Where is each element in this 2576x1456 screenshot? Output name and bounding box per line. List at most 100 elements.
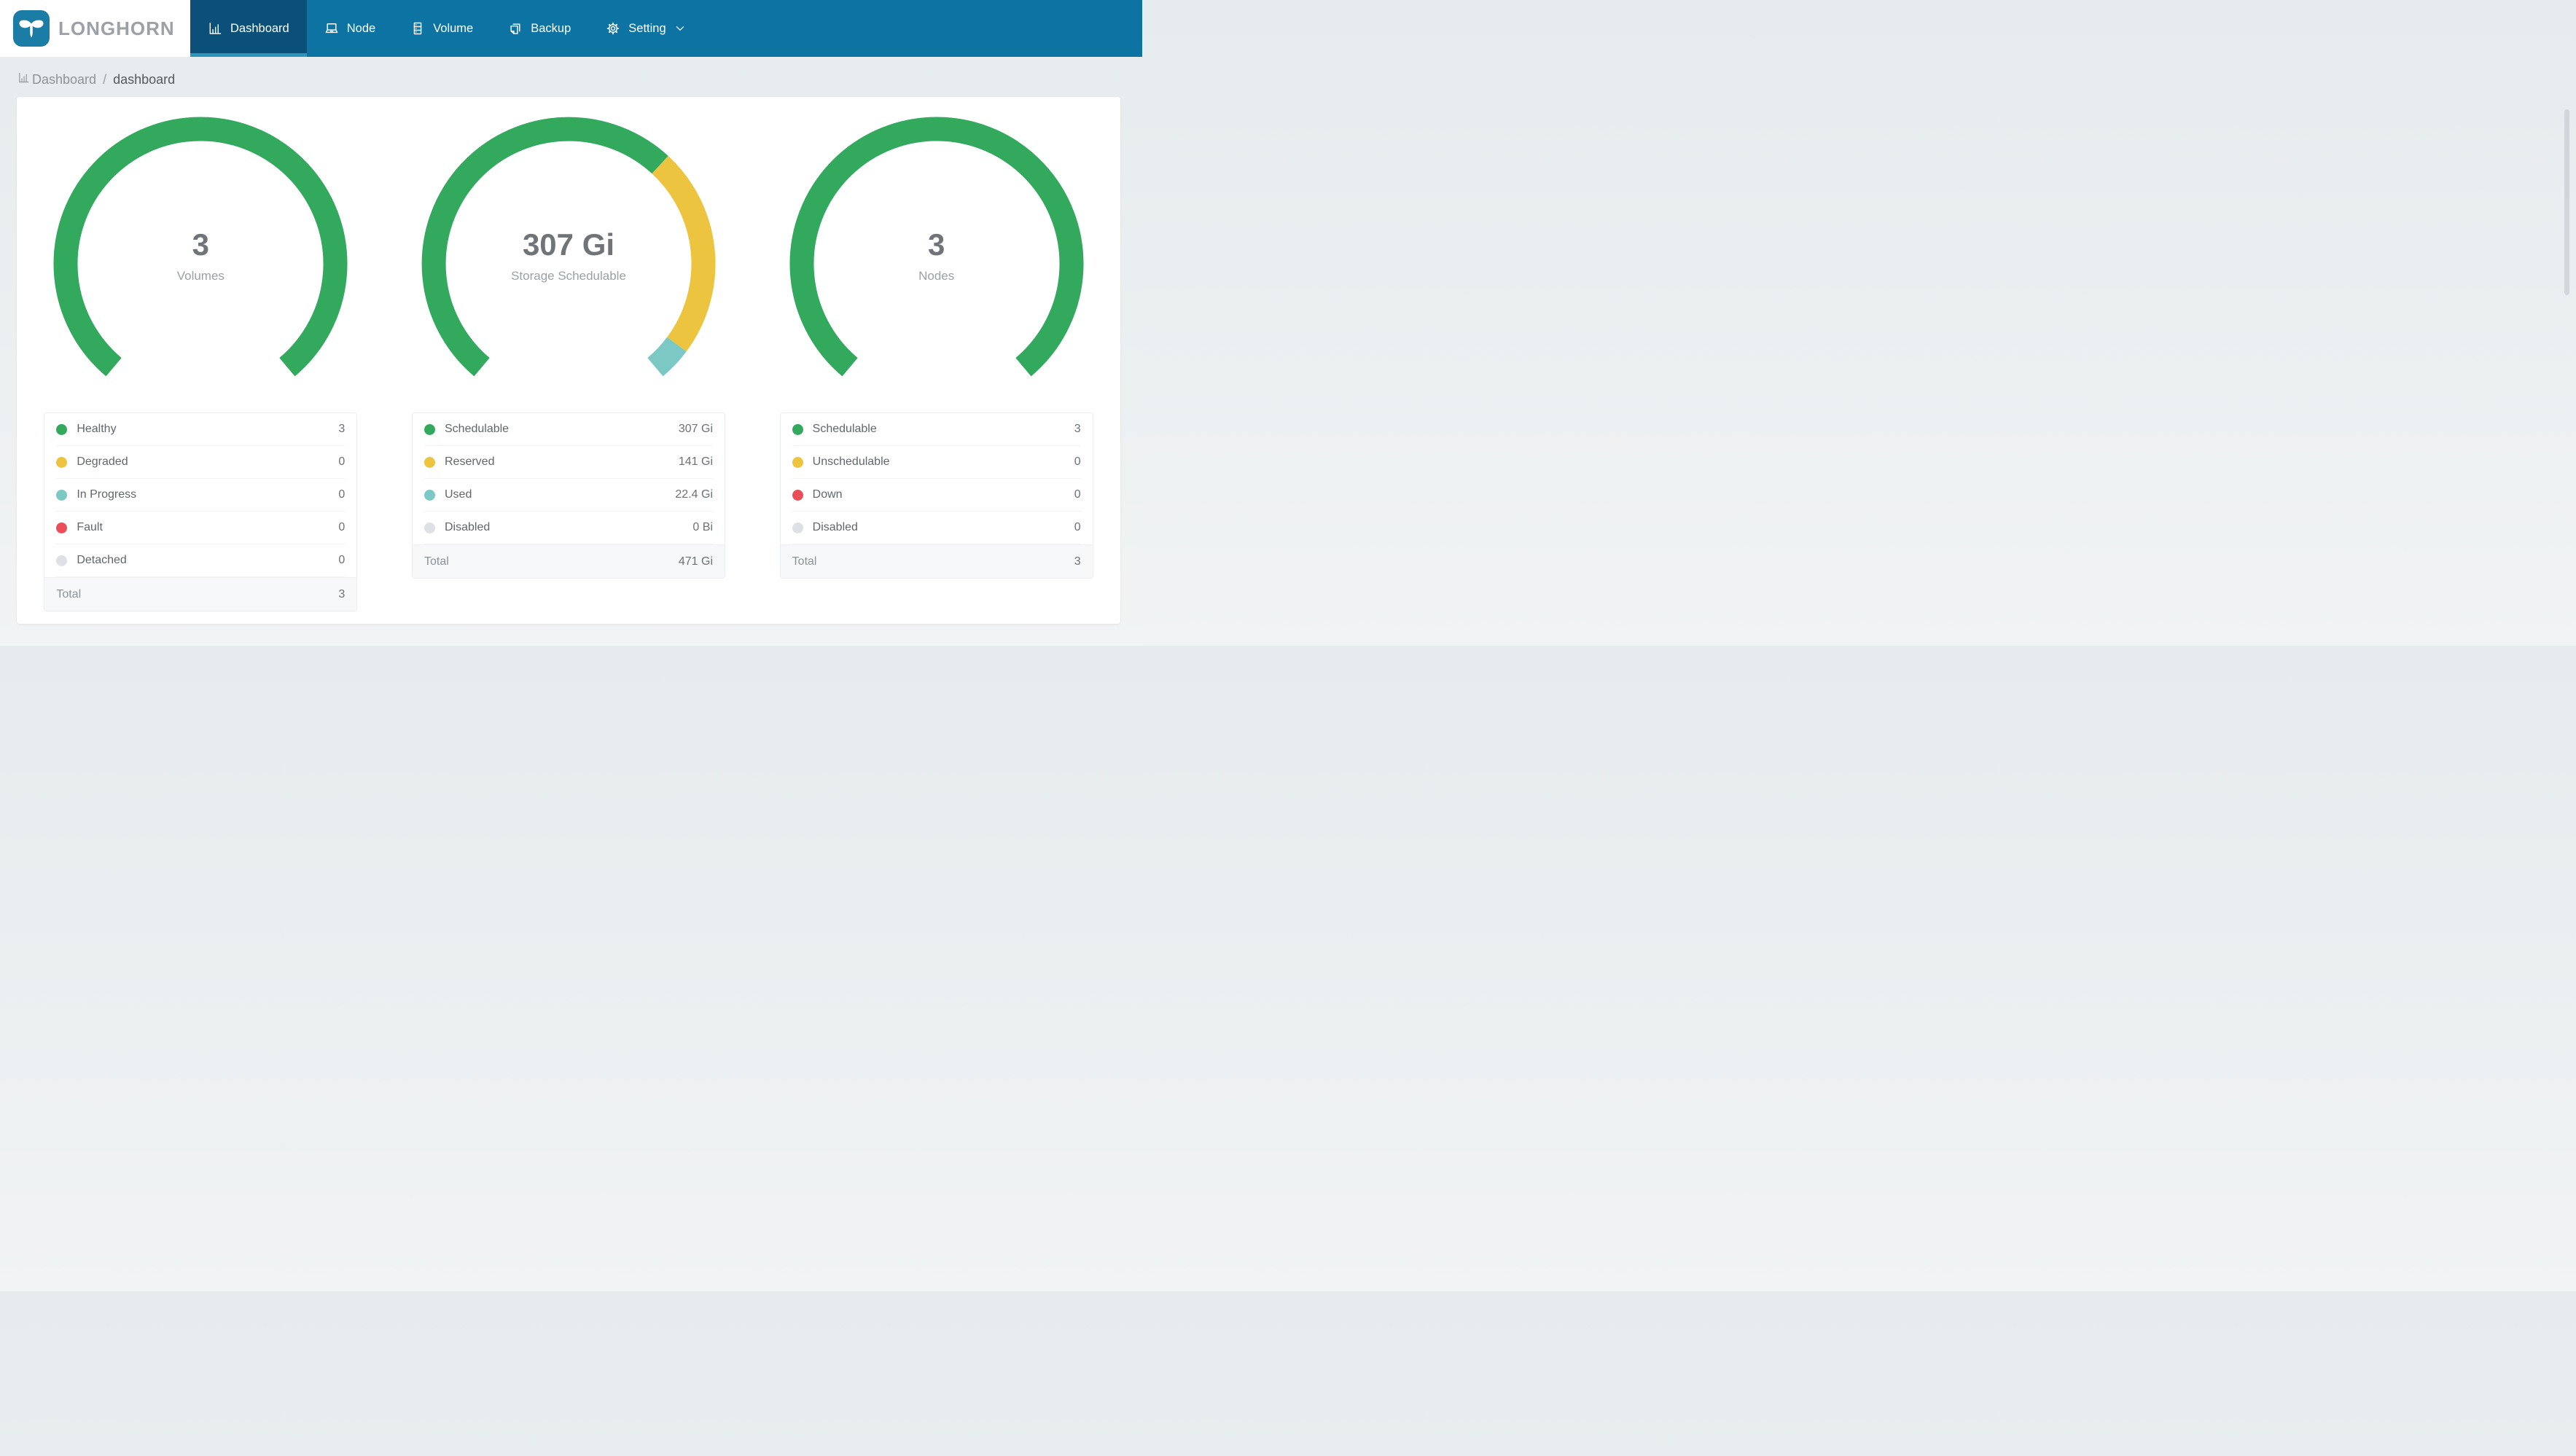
row-label: Disabled [445,521,491,533]
nodes-caption: Nodes [918,269,955,283]
table-row[interactable]: Detached 0 [56,544,346,577]
table-row[interactable]: Down 0 [792,479,1081,512]
row-value: 0 [338,488,346,501]
server-icon [410,21,425,36]
table-row[interactable]: Used 22.4 Gi [424,479,713,512]
row-value: 0 Bi [692,521,713,533]
row-value: 0 [338,554,346,566]
table-row[interactable]: In Progress 0 [56,479,346,512]
total-value: 3 [1074,555,1081,568]
volumes-count: 3 [192,227,209,262]
volumes-gauge: 3 Volumes [51,114,350,391]
total-row: Total 471 Gi [413,544,725,578]
total-row: Total 3 [780,544,1093,578]
tab-setting[interactable]: Setting [588,0,703,57]
schedulable-dot [424,423,435,435]
storage-gauge: 307 Gi Storage Schedulable [419,114,718,391]
row-label: Schedulable [445,423,510,435]
table-row[interactable]: Degraded 0 [56,446,346,479]
row-label: Schedulable [812,423,877,435]
row-label: Degraded [77,455,128,468]
breadcrumb-dashboard-link[interactable]: Dashboard [17,71,96,87]
row-label: Used [445,488,472,501]
table-row[interactable]: Healthy 3 [56,413,346,446]
chevron-down-icon [674,23,686,34]
nav-tabs: Dashboard Node Volume Backup Setting [190,0,1142,57]
bar-chart-icon [208,21,222,36]
total-value: 3 [338,587,346,600]
tab-node-label: Node [346,21,376,35]
row-label: Down [812,488,843,501]
table-row[interactable]: Reserved 141 Gi [424,446,713,479]
storage-schedulable-value: 307 Gi [522,227,615,262]
breadcrumb-root-label: Dashboard [32,71,97,87]
breadcrumb-separator: / [103,71,107,87]
scrollbar-thumb[interactable] [2564,109,2569,295]
storage-panel: 307 Gi Storage Schedulable Schedulable 3… [385,97,753,624]
tab-dashboard-label: Dashboard [230,21,289,35]
detached-dot [56,555,68,566]
breadcrumb-current: dashboard [113,71,176,87]
table-row[interactable]: Fault 0 [56,512,346,544]
down-dot [792,489,803,501]
storage-table: Schedulable 307 Gi Reserved 141 Gi Used … [412,412,725,579]
row-label: Healthy [77,423,117,435]
nodes-panel: 3 Nodes Schedulable 3 Unschedulable 0 Do… [752,97,1120,624]
top-navbar: LONGHORN Dashboard Node Volume Backup Se… [0,0,1142,57]
tab-node[interactable]: Node [307,0,393,57]
total-label: Total [792,555,817,568]
disabled-dot [792,522,803,533]
tab-setting-label: Setting [628,21,666,35]
row-value: 0 [338,455,346,468]
schedulable-dot [792,423,803,435]
table-row[interactable]: Unschedulable 0 [792,446,1081,479]
table-row[interactable]: Schedulable 3 [792,413,1081,446]
row-value: 22.4 Gi [675,488,713,501]
tab-dashboard[interactable]: Dashboard [190,0,307,57]
row-value: 0 [338,521,346,533]
dashboard-card: 3 Volumes Healthy 3 Degraded 0 In Progre… [17,97,1120,624]
tab-backup[interactable]: Backup [491,0,588,57]
row-value: 3 [1074,423,1081,435]
row-label: Fault [77,521,103,533]
row-value: 3 [338,423,346,435]
fault-dot [56,522,68,533]
nodes-table: Schedulable 3 Unschedulable 0 Down 0 Dis… [779,412,1093,579]
total-value: 471 Gi [678,555,713,568]
used-dot [424,489,435,501]
longhorn-logo-icon [13,10,50,47]
copy-icon [508,21,523,36]
disabled-dot [424,522,435,533]
row-value: 0 [1074,455,1081,468]
row-value: 307 Gi [678,423,713,435]
unschedulable-dot [792,456,803,468]
row-label: Disabled [812,521,858,533]
row-value: 141 Gi [678,455,713,468]
degraded-dot [56,456,68,468]
volumes-table: Healthy 3 Degraded 0 In Progress 0 Fault… [44,412,358,611]
table-row[interactable]: Disabled 0 [792,512,1081,544]
gauge-segment [647,337,687,377]
brand[interactable]: LONGHORN [0,0,190,57]
tab-backup-label: Backup [531,21,571,35]
total-row: Total 3 [44,577,357,611]
healthy-dot [56,423,68,435]
table-row[interactable]: Schedulable 307 Gi [424,413,713,446]
in-progress-dot [56,489,68,501]
row-label: Reserved [445,455,495,468]
gear-icon [606,21,620,36]
breadcrumb: Dashboard / dashboard [17,71,1142,87]
total-label: Total [56,587,82,600]
bar-chart-icon [17,71,32,87]
row-value: 0 [1074,521,1081,533]
table-row[interactable]: Disabled 0 Bi [424,512,713,544]
volumes-caption: Volumes [176,269,225,283]
tab-volume[interactable]: Volume [393,0,491,57]
row-value: 0 [1074,488,1081,501]
storage-caption: Storage Schedulable [511,269,626,283]
row-label: Detached [77,554,127,566]
tab-volume-label: Volume [433,21,474,35]
volumes-panel: 3 Volumes Healthy 3 Degraded 0 In Progre… [17,97,385,624]
row-label: In Progress [77,488,137,501]
nodes-count: 3 [927,227,945,262]
